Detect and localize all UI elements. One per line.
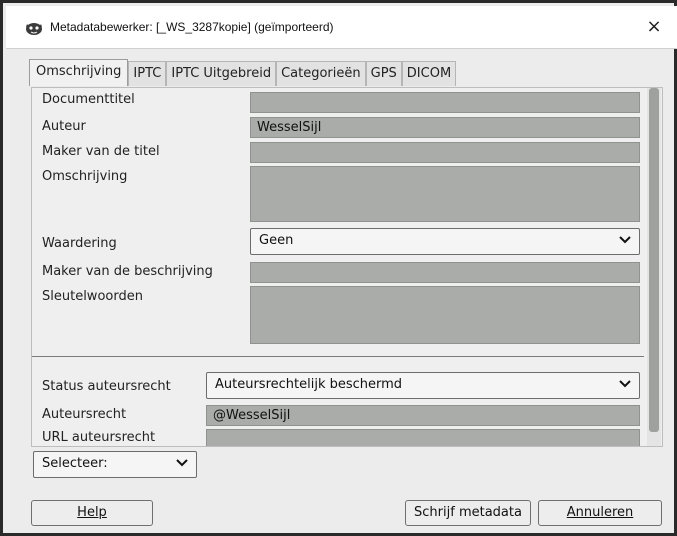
documenttitel-label: Documenttitel: [42, 92, 135, 107]
cancel-button-label: Annuleren: [566, 505, 634, 520]
help-button[interactable]: Help: [31, 500, 153, 526]
close-icon[interactable]: ×: [643, 17, 665, 37]
maker-beschrijving-label: Maker van de beschrijving: [42, 264, 213, 279]
tab-omschrijving[interactable]: Omschrijving: [29, 59, 129, 86]
maker-beschrijving-field[interactable]: [250, 262, 640, 283]
tab-gps[interactable]: GPS: [365, 61, 402, 86]
documenttitel-field[interactable]: [250, 92, 640, 113]
selecteer-label: Selecteer:: [42, 456, 108, 471]
section-divider: [32, 356, 644, 357]
chevron-down-icon: [176, 459, 188, 467]
tab-dicom[interactable]: DICOM: [401, 61, 457, 86]
metadata-editor-window: Metadatabewerker: [_WS_3287kopie] (geïmp…: [0, 0, 677, 536]
maker-titel-field[interactable]: [250, 142, 640, 163]
scrollbar-thumb[interactable]: [649, 88, 659, 432]
waardering-label: Waardering: [42, 236, 117, 251]
title-bar: Metadatabewerker: [_WS_3287kopie] (geïmp…: [6, 6, 677, 49]
gimp-app-icon: [26, 23, 42, 35]
omschrijving-textarea[interactable]: [250, 166, 640, 222]
help-button-label: Help: [77, 505, 107, 520]
sleutelwoorden-textarea[interactable]: [250, 286, 640, 344]
url-auteursrecht-label: URL auteursrecht: [42, 430, 156, 445]
auteursrecht-field[interactable]: @WesselSijl: [206, 405, 640, 426]
url-auteursrecht-field[interactable]: [206, 429, 640, 446]
maker-titel-label: Maker van de titel: [42, 144, 160, 159]
vertical-scrollbar[interactable]: [647, 88, 661, 446]
waardering-value: Geen: [259, 233, 294, 248]
tab-categorieen[interactable]: Categorieën: [276, 61, 366, 86]
auteur-label: Auteur: [42, 119, 86, 134]
window-title: Metadatabewerker: [_WS_3287kopie] (geïmp…: [50, 20, 334, 34]
sleutelwoorden-label: Sleutelwoorden: [42, 289, 143, 304]
tab-bar: Omschrijving IPTC IPTC Uitgebreid Catego…: [29, 59, 457, 87]
status-auteursrecht-value: Auteursrechtelijk beschermd: [215, 377, 403, 392]
omschrijving-label: Omschrijving: [42, 169, 128, 184]
chevron-down-icon: [619, 236, 631, 244]
write-metadata-button[interactable]: Schrijf metadata: [405, 500, 531, 526]
waardering-dropdown[interactable]: Geen: [250, 228, 640, 255]
omschrijving-panel: Documenttitel Auteur WesselSijl Maker va…: [31, 87, 663, 447]
status-auteursrecht-dropdown[interactable]: Auteursrechtelijk beschermd: [206, 372, 640, 399]
tab-iptc[interactable]: IPTC: [128, 61, 167, 86]
status-auteursrecht-label: Status auteursrecht: [42, 379, 171, 394]
cancel-button[interactable]: Annuleren: [538, 500, 662, 526]
auteursrecht-label: Auteursrecht: [42, 407, 127, 422]
tab-iptc-uitgebreid[interactable]: IPTC Uitgebreid: [166, 61, 277, 86]
selecteer-dropdown[interactable]: Selecteer:: [33, 451, 197, 478]
chevron-down-icon: [619, 380, 631, 388]
auteur-field[interactable]: WesselSijl: [250, 117, 640, 138]
